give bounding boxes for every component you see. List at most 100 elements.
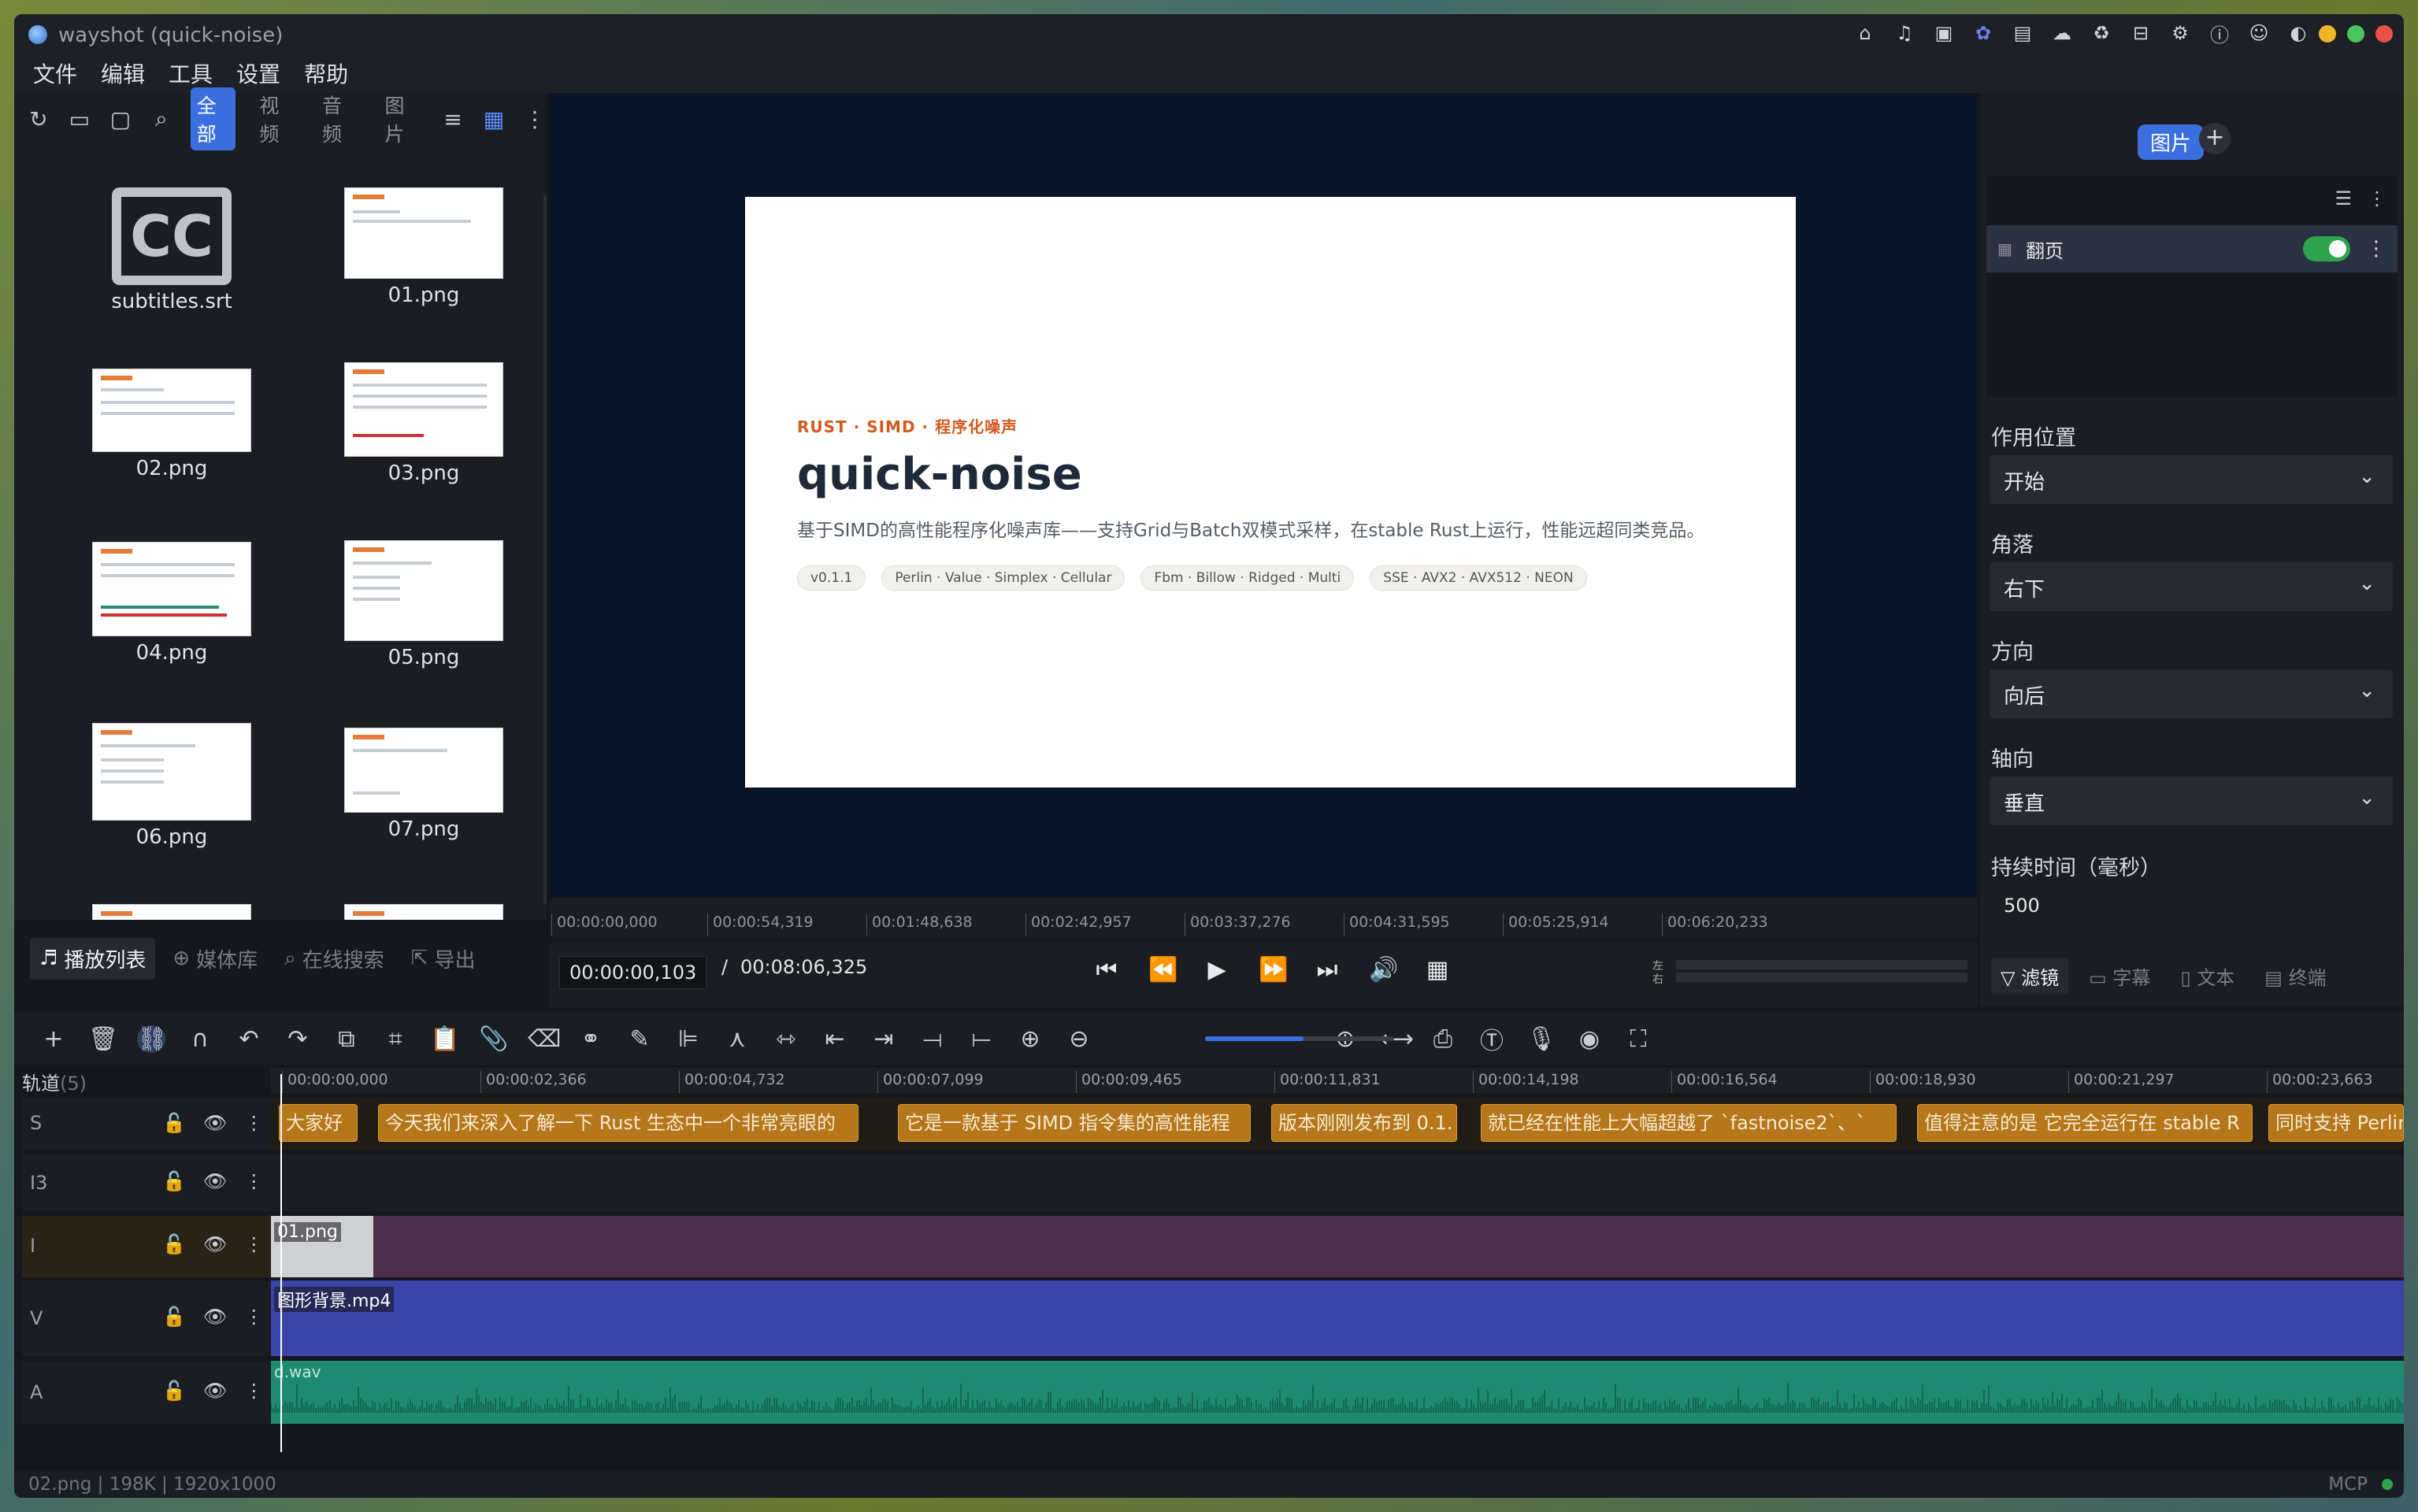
filter-item[interactable]: ▦ 翻页 ⋮ [1986,225,2398,272]
video-clip[interactable]: 图形背景.mp4 [271,1280,2404,1356]
track-lane[interactable] [271,1154,2404,1211]
more-icon[interactable]: ⋮ [2366,237,2386,261]
media-scrollbar[interactable] [543,195,547,904]
lock-icon[interactable]: 🔓 [162,1112,186,1134]
lock-icon[interactable]: 🔓 [162,1233,186,1255]
tab-terminal[interactable]: ▤ 终端 [2255,958,2335,995]
trash-icon[interactable]: 🗑 [88,1025,118,1053]
tab-image[interactable]: 图片 [2138,124,2205,160]
more-icon[interactable]: ⋮ [244,1170,263,1192]
gear-icon[interactable]: ⚙ [2169,22,2191,44]
home-icon[interactable]: ⌂ [1854,22,1876,44]
copy-icon[interactable]: ⧉ [332,1025,361,1053]
cloud-icon[interactable]: ☁ [2051,22,2073,44]
volume-icon[interactable]: 🔊 [1369,956,1398,984]
subtitle-clip[interactable]: 值得注意的是 它完全运行在 stable R [1917,1104,2253,1142]
filter-audio[interactable]: 音频 [316,87,362,150]
media-item[interactable]: 04.png [85,542,258,665]
skip-end-icon[interactable]: ⏭ [1314,956,1341,984]
brush-icon[interactable]: ✎ [625,1025,654,1053]
paste-icon[interactable]: 📋 [430,1025,459,1053]
preview-ruler[interactable]: 00:00:00,000 00:00:54,319 00:01:48,638 0… [550,898,1977,937]
eye-icon[interactable]: 👁 [203,1380,227,1402]
media-item[interactable]: 07.png [337,728,510,841]
media-item[interactable]: 05.png [337,540,510,669]
eye-icon[interactable]: 👁 [203,1306,227,1328]
corner-select[interactable]: 右下 ⌄ [1990,562,2393,611]
palette-icon[interactable]: ✿ [1972,22,1994,44]
magnet-icon[interactable]: ∩ [186,1025,214,1053]
eye-icon[interactable]: 👁 [203,1233,227,1255]
attach-icon[interactable]: 📎 [479,1025,508,1053]
tab-filters[interactable]: ▽ 滤镜 [1991,957,2069,995]
close-button[interactable] [2375,25,2393,43]
user-icon[interactable]: ☺ [2248,22,2270,44]
playhead[interactable] [280,1074,282,1452]
crop-frame-icon[interactable]: ⛶ [1624,1025,1652,1053]
open-folder-icon[interactable]: ▭ [68,106,91,132]
add-icon[interactable]: + [39,1025,68,1053]
current-timecode[interactable]: 00:00:00,103 [559,956,707,989]
media-item[interactable]: 06.png [85,723,258,849]
unlink-icon[interactable]: ⚭ [577,1025,605,1053]
zoom-out-icon[interactable]: ⊖ [1065,1025,1093,1053]
jump-start-icon[interactable]: ⇤ [821,1025,849,1053]
track-lane[interactable]: 01.png [271,1216,2404,1277]
subtitle-clip[interactable]: 大家好 [279,1104,358,1142]
position-select[interactable]: 开始 ⌄ [1990,455,2393,504]
clear-icon[interactable]: ⌫ [528,1025,561,1053]
preview-canvas[interactable]: RUST · SIMD · 程序化噪声 quick-noise 基于SIMD的高… [550,93,1977,898]
play-icon[interactable]: ▶ [1203,956,1230,984]
timeline-ruler[interactable]: 00:00:00,000 00:00:02,366 00:00:04,732 0… [271,1068,2404,1093]
more-icon[interactable]: ⋮ [244,1380,263,1402]
recycle-icon[interactable]: ♻ [2090,22,2112,44]
box-icon[interactable]: ⊟ [2130,22,2152,44]
grid-view-icon[interactable]: ▦ [482,106,506,132]
menu-edit[interactable]: 编辑 [101,57,145,89]
ripple-icon[interactable]: ⇿ [772,1025,800,1053]
axis-select[interactable]: 垂直 ⌄ [1990,776,2393,825]
bell-icon[interactable]: ♫ [1893,22,1915,44]
tab-online-search[interactable]: ⌕ 在线搜索 [275,938,394,980]
subtitle-clip[interactable]: 版本刚刚发布到 0.1. [1271,1104,1457,1142]
grid-icon[interactable]: ▦ [1424,956,1451,984]
jump-end-icon[interactable]: ⇥ [870,1025,898,1053]
audio-clip[interactable]: d.wav [271,1361,2404,1424]
window-icon[interactable]: ▣ [1933,22,1955,44]
subtitle-clip[interactable]: 就已经在性能上大幅超越了 `fastnoise2`、` [1481,1104,1897,1142]
lock-icon[interactable]: 🔓 [162,1380,186,1402]
refresh-icon[interactable]: ↻ [27,106,50,132]
menu-help[interactable]: 帮助 [304,57,348,89]
info-icon[interactable]: ⓘ [2208,22,2231,46]
filter-toggle[interactable] [2303,236,2350,261]
text-icon[interactable]: Ⓣ [1478,1021,1506,1056]
track-lane[interactable]: 大家好 今天我们来深入了解一下 Rust 生态中一个非常亮眼的 它是一款基于 S… [271,1098,2404,1150]
direction-select[interactable]: 向后 ⌄ [1990,669,2393,718]
tab-export[interactable]: ⇱ 导出 [402,938,485,980]
filter-image[interactable]: 图片 [379,87,425,150]
media-item[interactable]: 03.png [337,362,510,485]
eye-icon[interactable]: 👁 [203,1170,227,1192]
tab-subtitles[interactable]: ▭ 字幕 [2079,958,2160,995]
tab-playlist[interactable]: ♬ 播放列表 [30,937,156,980]
search-icon[interactable]: ⌕ [150,106,173,132]
fast-forward-icon[interactable]: ⏩ [1259,956,1288,984]
more-icon[interactable]: ⋮ [2368,187,2386,209]
skip-start-icon[interactable]: ⏮ [1093,956,1120,984]
more-icon[interactable]: ⋮ [244,1306,263,1328]
add-tab-button[interactable]: + [2199,123,2231,154]
more-icon[interactable]: ⋮ [523,106,547,132]
filter-all[interactable]: 全部 [190,87,236,150]
split-icon[interactable]: ⋏ [723,1025,751,1053]
folder-icon[interactable]: ▢ [109,106,132,132]
tab-media-library[interactable]: ⊕ 媒体库 [163,938,267,980]
list-view-icon[interactable]: ≡ [441,106,465,132]
trim-left-icon[interactable]: ⟞ [918,1025,947,1053]
github-icon[interactable]: ◐ [2287,22,2309,44]
tab-text[interactable]: ▯ 文本 [2171,958,2244,995]
more-icon[interactable]: ⋮ [244,1112,263,1134]
media-item[interactable]: 02.png [85,369,258,480]
media-item[interactable]: CC subtitles.srt [93,187,250,313]
record-icon[interactable]: ◉ [1575,1025,1604,1053]
rewind-icon[interactable]: ⏪ [1148,956,1177,984]
